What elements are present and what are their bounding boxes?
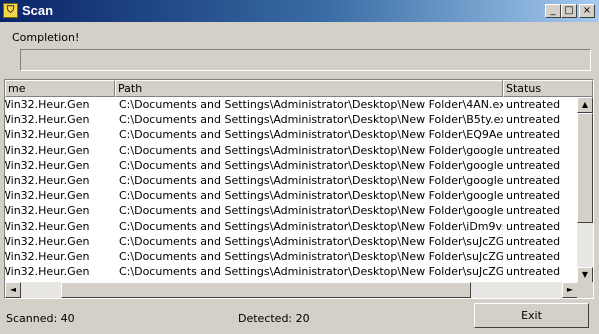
scroll-right-icon[interactable]: ► xyxy=(562,282,578,298)
table-row[interactable]: Win32.Heur.Gen C:\Documents and Settings\… xyxy=(5,219,578,234)
table-row[interactable]: Win32.Heur.Gen C:\Documents and Settings\… xyxy=(5,188,578,203)
status-cell: untreated xyxy=(506,143,561,157)
scroll-corner xyxy=(577,282,593,298)
maximize-button[interactable]: □ xyxy=(561,4,577,18)
scroll-down-icon[interactable]: ▼ xyxy=(577,267,593,283)
threat-name-cell: Win32.Heur.Gen xyxy=(5,219,90,233)
file-path-cell: C:\Documents and Settings\Administrator\… xyxy=(119,143,503,157)
status-cell: untreated xyxy=(506,249,561,263)
scroll-left-icon[interactable]: ◄ xyxy=(5,282,21,298)
scanned-count: Scanned: 40 xyxy=(6,312,75,325)
status-cell: untreated xyxy=(506,173,561,187)
table-row[interactable]: Win32.Heur.Gen C:\Documents and Settings\… xyxy=(5,112,578,127)
threat-name-cell: Win32.Heur.Gen xyxy=(5,113,90,127)
file-path-cell: C:\Documents and Settings\Administrator\… xyxy=(119,173,503,187)
exit-button[interactable]: Exit xyxy=(474,303,589,328)
file-path-cell: C:\Documents and Settings\Administrator\… xyxy=(119,189,503,203)
list-rows: Win32.Heur.Gen C:\Documents and Settings\… xyxy=(5,97,578,283)
file-path-cell: C:\Documents and Settings\Administrator\… xyxy=(119,98,503,111)
status-cell: untreated xyxy=(506,265,561,279)
column-header-name[interactable]: me xyxy=(5,80,115,97)
status-cell: untreated xyxy=(506,98,561,111)
table-row[interactable]: Win32.Heur.Gen C:\Documents and Settings\… xyxy=(5,203,578,218)
file-path-cell: C:\Documents and Settings\Administrator\… xyxy=(119,249,503,263)
file-path-cell: C:\Documents and Settings\Administrator\… xyxy=(119,234,503,248)
status-cell: untreated xyxy=(506,189,561,203)
table-row[interactable]: Win32.Heur.Gen C:\Documents and Settings\… xyxy=(5,264,578,279)
window-title: Scan xyxy=(22,3,54,18)
threat-name-cell: Win32.Heur.Gen xyxy=(5,204,90,218)
file-path-cell: C:\Documents and Settings\Administrator\… xyxy=(119,219,503,233)
file-path-cell: C:\Documents and Settings\Administrator\… xyxy=(119,128,503,142)
results-listview[interactable]: me Path Status Win32.Heur.Gen C:\Document… xyxy=(4,79,594,299)
table-row[interactable]: Win32.Heur.Gen C:\Documents and Settings\… xyxy=(5,158,578,173)
title-bar[interactable]: ⛉ Scan _ □ × xyxy=(0,0,599,22)
table-row[interactable]: Win32.Heur.Gen C:\Documents and Settings\… xyxy=(5,173,578,188)
scroll-up-icon[interactable]: ▲ xyxy=(577,97,593,113)
horizontal-scrollbar[interactable]: ◄ ► xyxy=(5,282,578,298)
threat-name-cell: Win32.Heur.Gen xyxy=(5,234,90,248)
threat-name-cell: Win32.Heur.Gen xyxy=(5,265,90,279)
app-shield-icon: ⛉ xyxy=(3,3,18,18)
column-header-path[interactable]: Path xyxy=(115,80,503,97)
completion-label: Completion! xyxy=(12,31,80,44)
status-cell: untreated xyxy=(506,234,561,248)
vertical-scrollbar[interactable]: ▲ ▼ xyxy=(577,97,593,283)
file-path-cell: C:\Documents and Settings\Administrator\… xyxy=(119,113,503,127)
close-button[interactable]: × xyxy=(579,4,595,18)
list-header: me Path Status xyxy=(5,80,593,97)
horizontal-scroll-thumb[interactable] xyxy=(61,282,471,298)
scan-progress-bar xyxy=(20,49,591,71)
detected-count: Detected: 20 xyxy=(238,312,310,325)
file-path-cell: C:\Documents and Settings\Administrator\… xyxy=(119,265,503,279)
threat-name-cell: Win32.Heur.Gen xyxy=(5,158,90,172)
status-cell: untreated xyxy=(506,219,561,233)
vertical-scroll-thumb[interactable] xyxy=(577,113,593,223)
minimize-button[interactable]: _ xyxy=(545,4,561,18)
column-header-status[interactable]: Status xyxy=(503,80,593,97)
threat-name-cell: Win32.Heur.Gen xyxy=(5,173,90,187)
threat-name-cell: Win32.Heur.Gen xyxy=(5,128,90,142)
threat-name-cell: Win32.Heur.Gen xyxy=(5,98,90,111)
table-row[interactable]: Win32.Heur.Gen C:\Documents and Settings\… xyxy=(5,127,578,142)
table-row[interactable]: Win32.Heur.Gen C:\Documents and Settings\… xyxy=(5,143,578,158)
status-cell: untreated xyxy=(506,113,561,127)
threat-name-cell: Win32.Heur.Gen xyxy=(5,189,90,203)
file-path-cell: C:\Documents and Settings\Administrator\… xyxy=(119,204,503,218)
file-path-cell: C:\Documents and Settings\Administrator\… xyxy=(119,158,503,172)
threat-name-cell: Win32.Heur.Gen xyxy=(5,143,90,157)
table-row[interactable]: Win32.Heur.Gen C:\Documents and Settings\… xyxy=(5,97,578,112)
table-row[interactable]: Win32.Heur.Gen C:\Documents and Settings\… xyxy=(5,234,578,249)
status-cell: untreated xyxy=(506,158,561,172)
threat-name-cell: Win32.Heur.Gen xyxy=(5,249,90,263)
status-cell: untreated xyxy=(506,204,561,218)
table-row[interactable]: Win32.Heur.Gen C:\Documents and Settings\… xyxy=(5,249,578,264)
status-cell: untreated xyxy=(506,128,561,142)
